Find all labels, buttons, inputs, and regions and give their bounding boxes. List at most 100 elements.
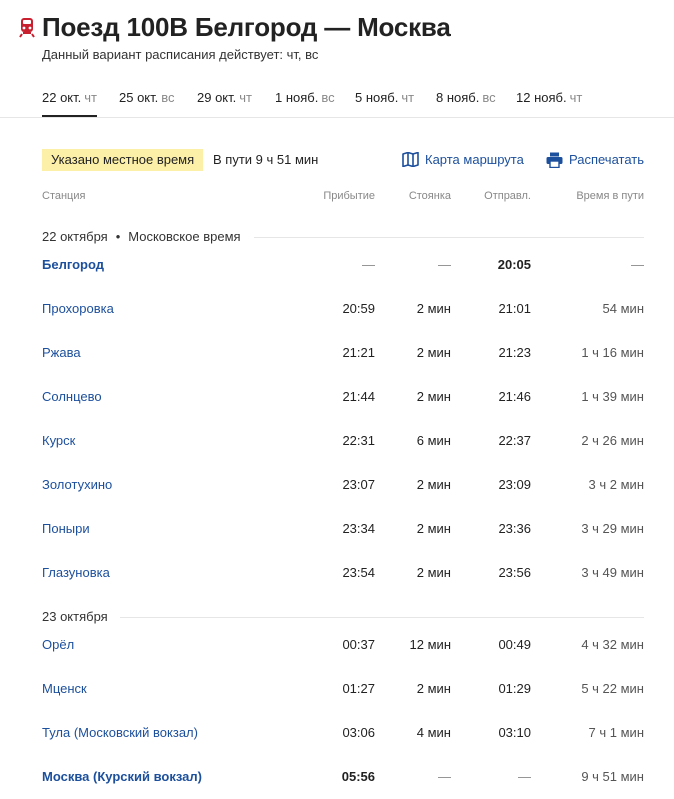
tab-weekday: вс [161,90,175,105]
station-link[interactable]: Мценск [42,681,87,696]
date-tabs: 22 окт. чт 25 окт. вс 29 окт. чт 1 нояб. вс … [0,90,674,118]
departure-time: 20:05 [497,257,531,272]
departure-time: — [518,769,531,784]
tab-date[interactable]: 1 нояб. вс [275,90,335,117]
train-icon [19,18,35,38]
station-link[interactable]: Поныри [42,521,90,536]
schedule-validity: Данный вариант расписания действует: чт,… [42,47,319,62]
table-row: Солнцево 21:44 2 мин 21:46 1 ч 39 мин [0,389,674,409]
arrival-time: 22:31 [342,433,375,448]
tab-date-label: 22 окт. [42,90,82,105]
arrival-time: 03:06 [342,725,375,740]
travel-time: 9 ч 51 мин [581,769,644,784]
column-departure: Отправл. [484,190,531,202]
route-map-label: Карта маршрута [425,152,524,167]
travel-duration: В пути 9 ч 51 мин [213,152,319,167]
printer-icon [546,152,563,168]
date-group-header: 22 октября • Московское время [42,229,241,247]
column-stop: Стоянка [408,190,451,202]
arrival-time: 23:07 [342,477,375,492]
station-link[interactable]: Орёл [42,637,74,652]
station-link[interactable]: Солнцево [42,389,102,404]
tab-date[interactable]: 8 нояб. вс [436,90,496,117]
tab-weekday: чт [239,90,252,105]
tab-date-label: 8 нояб. [436,90,480,105]
tab-weekday: вс [321,90,335,105]
tab-weekday: вс [482,90,496,105]
table-row: Курск 22:31 6 мин 22:37 2 ч 26 мин [0,433,674,453]
arrival-time: 21:44 [342,389,375,404]
station-link[interactable]: Белгород [42,257,104,272]
arrival-time: 20:59 [342,301,375,316]
print-button[interactable]: Распечатать [546,149,644,171]
tab-date[interactable]: 5 нояб. чт [355,90,414,117]
tab-date[interactable]: 22 окт. чт [42,90,97,117]
station-link[interactable]: Москва (Курский вокзал) [42,769,202,784]
travel-time: 3 ч 2 мин [588,477,644,492]
travel-time: — [631,257,644,272]
station-link[interactable]: Тула (Московский вокзал) [42,725,198,740]
travel-time: 4 ч 32 мин [581,637,644,652]
tab-date[interactable]: 25 окт. вс [119,90,175,117]
table-row: Ржава 21:21 2 мин 21:23 1 ч 16 мин [0,345,674,365]
travel-time: 1 ч 16 мин [581,345,644,360]
tab-weekday: чт [84,90,97,105]
arrival-time: 23:54 [342,565,375,580]
station-link[interactable]: Прохоровка [42,301,114,316]
tab-date[interactable]: 29 окт. чт [197,90,252,117]
timezone-label: Московское время [128,229,241,244]
station-link[interactable]: Глазуновка [42,565,110,580]
travel-time: 5 ч 22 мин [581,681,644,696]
station-link[interactable]: Ржава [42,345,81,360]
stop-duration: 2 мин [416,681,451,696]
arrival-time: 05:56 [341,769,375,784]
stop-duration: — [438,257,451,272]
column-arrival: Прибытие [323,190,375,202]
tab-date-label: 1 нояб. [275,90,319,105]
arrival-time: 23:34 [342,521,375,536]
tab-weekday: чт [569,90,583,105]
station-link[interactable]: Золотухино [42,477,112,492]
travel-time: 2 ч 26 мин [581,433,644,448]
stop-duration: 2 мин [416,345,451,360]
date-group-header: 23 октября [42,609,108,627]
table-row: Москва (Курский вокзал) 05:56 — — 9 ч 51… [0,769,674,789]
arrival-time: — [362,257,375,272]
arrival-time: 00:37 [342,637,375,652]
departure-time: 21:46 [498,389,531,404]
station-link[interactable]: Курск [42,433,75,448]
departure-time: 21:01 [498,301,531,316]
travel-time: 3 ч 29 мин [581,521,644,536]
departure-time: 23:36 [498,521,531,536]
table-row: Белгород — — 20:05 — [0,257,674,277]
travel-time: 3 ч 49 мин [581,565,644,580]
stop-duration: 4 мин [416,725,451,740]
departure-time: 23:56 [498,565,531,580]
travel-time: 1 ч 39 мин [581,389,644,404]
table-row: Поныри 23:34 2 мин 23:36 3 ч 29 мин [0,521,674,541]
tab-weekday: чт [401,90,415,105]
arrival-time: 21:21 [342,345,375,360]
date-group-date: 22 октября [42,229,108,244]
table-row: Орёл 00:37 12 мин 00:49 4 ч 32 мин [0,637,674,657]
stop-duration: — [438,769,451,784]
stop-duration: 2 мин [416,301,451,316]
column-travel-time: Время в пути [576,190,644,202]
route-map-link[interactable]: Карта маршрута [402,149,524,171]
tab-date-label: 25 окт. [119,90,159,105]
tab-date[interactable]: 12 нояб. чт [516,90,582,117]
stop-duration: 12 мин [409,637,451,652]
stop-duration: 2 мин [416,477,451,492]
tabs-divider [0,117,674,118]
stop-duration: 2 мин [416,565,451,580]
table-row: Золотухино 23:07 2 мин 23:09 3 ч 2 мин [0,477,674,497]
date-divider [120,617,644,618]
departure-time: 03:10 [498,725,531,740]
date-divider [254,237,644,238]
column-station: Станция [42,190,86,202]
stop-duration: 2 мин [416,521,451,536]
stop-duration: 6 мин [416,433,451,448]
local-time-badge: Указано местное время [42,149,204,171]
travel-time: 54 мин [602,301,644,316]
table-row: Тула (Московский вокзал) 03:06 4 мин 03:… [0,725,674,745]
